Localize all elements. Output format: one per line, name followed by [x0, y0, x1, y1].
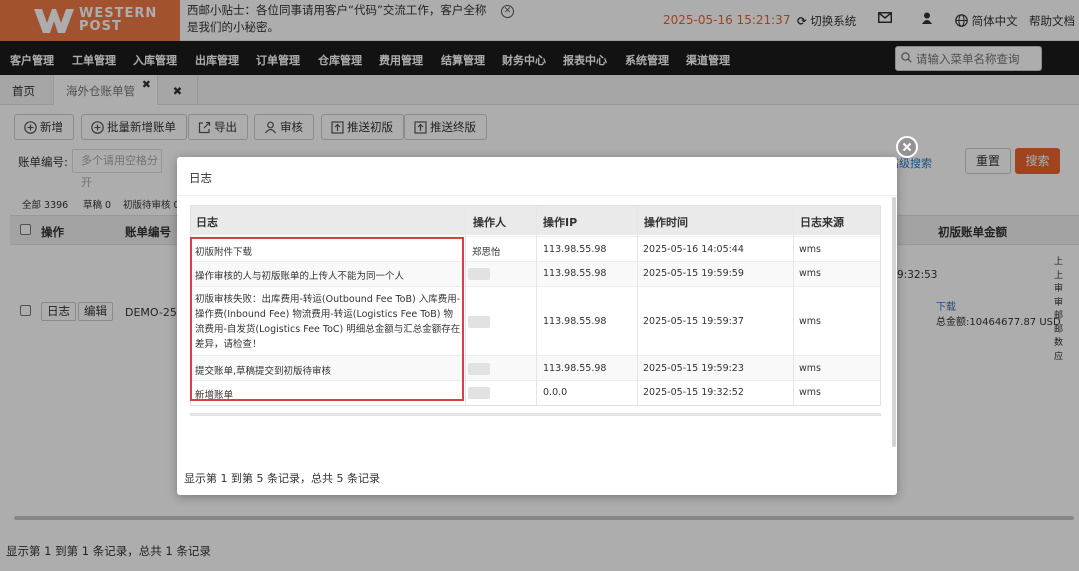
- log-cell-time: 2025-05-15 19:59:23: [643, 363, 744, 374]
- log-cell-source: wms: [799, 244, 821, 255]
- log-cell-source: wms: [799, 363, 821, 374]
- log-cell-time: 2025-05-15 19:59:59: [643, 268, 744, 279]
- log-col-source: 日志来源: [800, 216, 844, 229]
- log-col-operator: 操作人: [473, 216, 506, 229]
- log-col-ip: 操作IP: [543, 216, 578, 229]
- log-cell-operator-redacted: [468, 387, 490, 399]
- log-pager-info: 显示第 1 到第 5 条记录，总共 5 条记录: [184, 472, 380, 485]
- log-cell-ip: 0.0.0: [543, 387, 568, 398]
- log-cell-source: wms: [799, 316, 821, 327]
- log-cell-operator-redacted: [468, 316, 490, 328]
- log-cell-ip: 113.98.55.98: [543, 363, 607, 374]
- log-table-horizontal-scrollbar[interactable]: [190, 413, 881, 416]
- modal-close-icon[interactable]: [896, 136, 918, 158]
- log-cell-time: 2025-05-15 19:32:52: [643, 387, 744, 398]
- log-cell-ip: 113.98.55.98: [543, 268, 607, 279]
- log-cell-source: wms: [799, 268, 821, 279]
- log-cell-time: 2025-05-15 19:59:37: [643, 316, 744, 327]
- log-cell-operator-redacted: [468, 363, 490, 375]
- modal-vertical-scrollbar[interactable]: [892, 197, 896, 447]
- log-cell-ip: 113.98.55.98: [543, 316, 607, 327]
- log-cell-operator-redacted: [468, 268, 490, 280]
- highlight-annotation-box: [190, 237, 464, 401]
- log-modal-title: 日志: [189, 171, 212, 185]
- log-col-time: 操作时间: [644, 216, 688, 229]
- log-modal-header: [177, 157, 897, 196]
- log-cell-operator: 郑思怡: [472, 247, 501, 258]
- log-cell-ip: 113.98.55.98: [543, 244, 607, 255]
- log-cell-source: wms: [799, 387, 821, 398]
- log-col-log: 日志: [196, 216, 218, 229]
- log-cell-time: 2025-05-16 14:05:44: [643, 244, 744, 255]
